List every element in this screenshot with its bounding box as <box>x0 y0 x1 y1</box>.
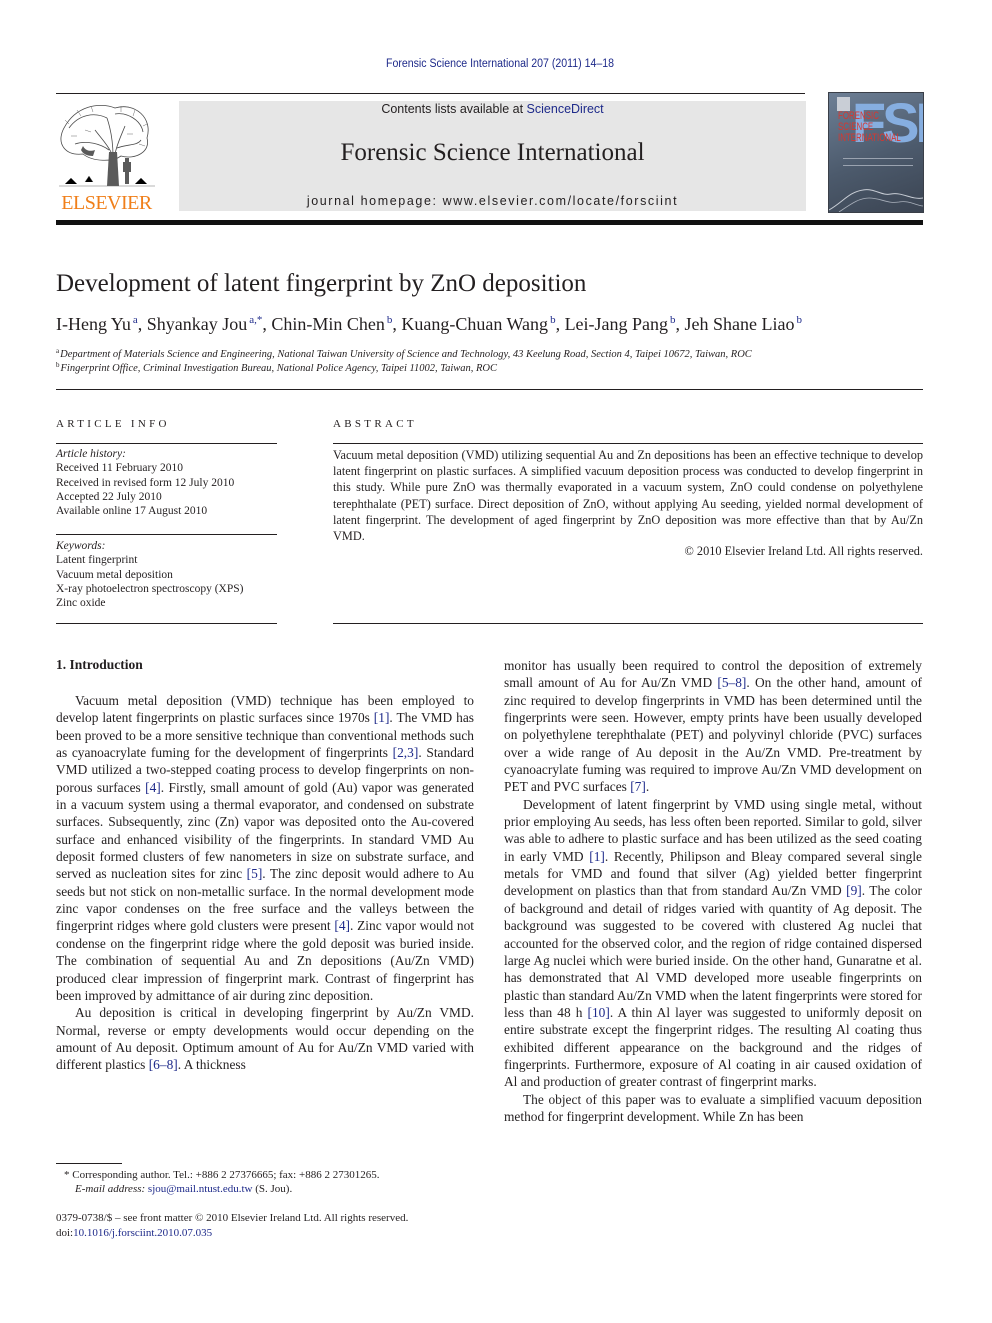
email-note: E-mail address: sjou@mail.ntust.edu.tw (… <box>75 1182 292 1196</box>
affiliation-text: Department of Materials Science and Engi… <box>60 349 752 360</box>
footnote-rule <box>56 1163 122 1164</box>
affiliation-mark[interactable]: b <box>797 314 803 326</box>
cover-subtitle-lines <box>843 158 913 166</box>
journal-homepage-link[interactable]: journal homepage: www.elsevier.com/locat… <box>179 194 806 208</box>
cover-title-line: INTERNATIONAL <box>838 132 901 144</box>
journal-cover-image: FSI FORENSIC SCIENCE INTERNATIONAL <box>828 92 924 213</box>
email-link[interactable]: sjou@mail.ntust.edu.tw <box>148 1183 253 1195</box>
body-paragraph: Vacuum metal deposition (VMD) technique … <box>56 693 475 1003</box>
cover-publisher-emblem-icon <box>837 97 850 111</box>
corresponding-author-note: * Corresponding author. Tel.: +886 2 273… <box>64 1169 380 1181</box>
keywords: Keywords: Latent fingerprint Vacuum meta… <box>56 539 243 610</box>
article-info-heading: ARTICLE INFO <box>56 418 170 430</box>
separator: , <box>262 314 272 334</box>
cover-title: FORENSIC SCIENCE INTERNATIONAL <box>838 111 901 144</box>
affiliation-mark[interactable]: a,* <box>249 314 262 326</box>
history-item: Received in revised form 12 July 2010 <box>56 476 235 489</box>
email-suffix: (S. Jou). <box>252 1183 293 1195</box>
affiliation-a: aDepartment of Materials Science and Eng… <box>56 347 752 360</box>
abstract-rule <box>333 623 923 624</box>
separator: , <box>392 314 402 334</box>
keyword: Latent fingerprint <box>56 554 138 567</box>
author-name: I-Heng Yu <box>56 314 131 334</box>
separator: , <box>137 314 147 334</box>
doi-link[interactable]: 10.1016/j.forsciint.2010.07.035 <box>73 1227 212 1239</box>
reference-link[interactable]: [2,3] <box>393 745 419 760</box>
separator: , <box>555 314 565 334</box>
affiliation-text: Fingerprint Office, Criminal Investigati… <box>60 363 498 374</box>
history-item: Available online 17 August 2010 <box>56 505 208 518</box>
keyword: X-ray photoelectron spectroscopy (XPS) <box>56 582 244 595</box>
author[interactable]: Chin-Min Chen b <box>271 314 392 334</box>
header-rule <box>56 93 805 94</box>
body-paragraph: monitor has usually been required to con… <box>504 658 922 795</box>
doi-line: doi:10.1016/j.forsciint.2010.07.035 <box>56 1227 212 1239</box>
author-name: Lei-Jang Pang <box>564 314 669 334</box>
sciencedirect-link[interactable]: ScienceDirect <box>527 102 604 116</box>
contents-prefix: Contents lists available at <box>381 102 527 116</box>
body-column-right: monitor has usually been required to con… <box>504 657 922 1125</box>
reference-link[interactable]: [1] <box>374 710 390 725</box>
body-paragraph: Au deposition is critical in developing … <box>56 1005 474 1073</box>
author[interactable]: Shyankay Jou a,* <box>147 314 263 334</box>
reference-link[interactable]: [7] <box>630 779 646 794</box>
reference-link[interactable]: [5] <box>247 866 263 881</box>
affiliation-rule <box>56 389 923 390</box>
elsevier-wordmark: ELSEVIER <box>61 192 152 214</box>
email-label: E-mail address: <box>75 1183 148 1195</box>
cover-artwork-icon <box>829 189 923 212</box>
article-info-rule <box>56 623 277 624</box>
keywords-heading: Keywords: <box>56 540 106 552</box>
reference-link[interactable]: [10] <box>588 1005 610 1020</box>
article-history: Article history: Received 11 February 20… <box>56 447 234 518</box>
section-heading-introduction: 1. Introduction <box>56 657 143 672</box>
author-name: Kuang-Chuan Wang <box>401 314 549 334</box>
journal-citation-link[interactable]: Forensic Science International 207 (2011… <box>40 58 960 70</box>
reference-link[interactable]: [6–8] <box>149 1057 178 1072</box>
reference-link[interactable]: [1] <box>589 849 605 864</box>
affiliation-mark: a <box>56 347 60 355</box>
abstract-copyright: © 2010 Elsevier Ireland Ltd. All rights … <box>684 544 923 558</box>
abstract-rule <box>333 443 923 444</box>
author[interactable]: I-Heng Yu a <box>56 314 138 334</box>
doi-prefix: doi: <box>56 1227 74 1239</box>
keyword: Zinc oxide <box>56 597 106 610</box>
author-list: I-Heng Yu a, Shyankay Jou a,*, Chin-Min Ch… <box>56 314 802 335</box>
contents-availability: Contents lists available at ScienceDirec… <box>179 102 806 116</box>
journal-title: Forensic Science International <box>340 139 645 166</box>
reference-link[interactable]: [5–8] <box>717 675 746 690</box>
keyword: Vacuum metal deposition <box>56 568 173 581</box>
reference-link[interactable]: [9] <box>846 883 862 898</box>
history-item: Accepted 22 July 2010 <box>56 490 162 503</box>
body-column-left: Vacuum metal deposition (VMD) technique … <box>56 692 474 1074</box>
affiliation-b: bFingerprint Office, Criminal Investigat… <box>56 361 497 374</box>
history-item: Received 11 February 2010 <box>56 462 183 475</box>
reference-link[interactable]: [4] <box>334 918 350 933</box>
affiliation-mark: b <box>56 361 60 369</box>
article-info-rule <box>56 443 277 444</box>
body-paragraph: Development of latent fingerprint by VMD… <box>504 796 922 1090</box>
journal-masthead: Contents lists available at ScienceDirec… <box>179 101 806 211</box>
author[interactable]: Kuang-Chuan Wang b <box>401 314 555 334</box>
separator: , <box>675 314 685 334</box>
article-history-heading: Article history: <box>56 448 126 460</box>
author-name: Jeh Shane Liao <box>684 314 795 334</box>
article-info-rule <box>56 534 277 535</box>
abstract-text: Vacuum metal deposition (VMD) utilizing … <box>333 448 923 544</box>
reference-link[interactable]: [4] <box>145 780 161 795</box>
author-name: Chin-Min Chen <box>271 314 385 334</box>
body-paragraph: The object of this paper was to evaluate… <box>504 1091 922 1124</box>
article-title: Development of latent fingerprint by ZnO… <box>56 270 587 297</box>
author[interactable]: Jeh Shane Liao b <box>685 314 802 334</box>
abstract-heading: ABSTRACT <box>333 418 417 430</box>
author[interactable]: Lei-Jang Pang b <box>565 314 676 334</box>
masthead-thick-rule <box>56 220 923 225</box>
front-matter-note: 0379-0738/$ – see front matter © 2010 El… <box>56 1212 409 1224</box>
author-name: Shyankay Jou <box>146 314 248 334</box>
